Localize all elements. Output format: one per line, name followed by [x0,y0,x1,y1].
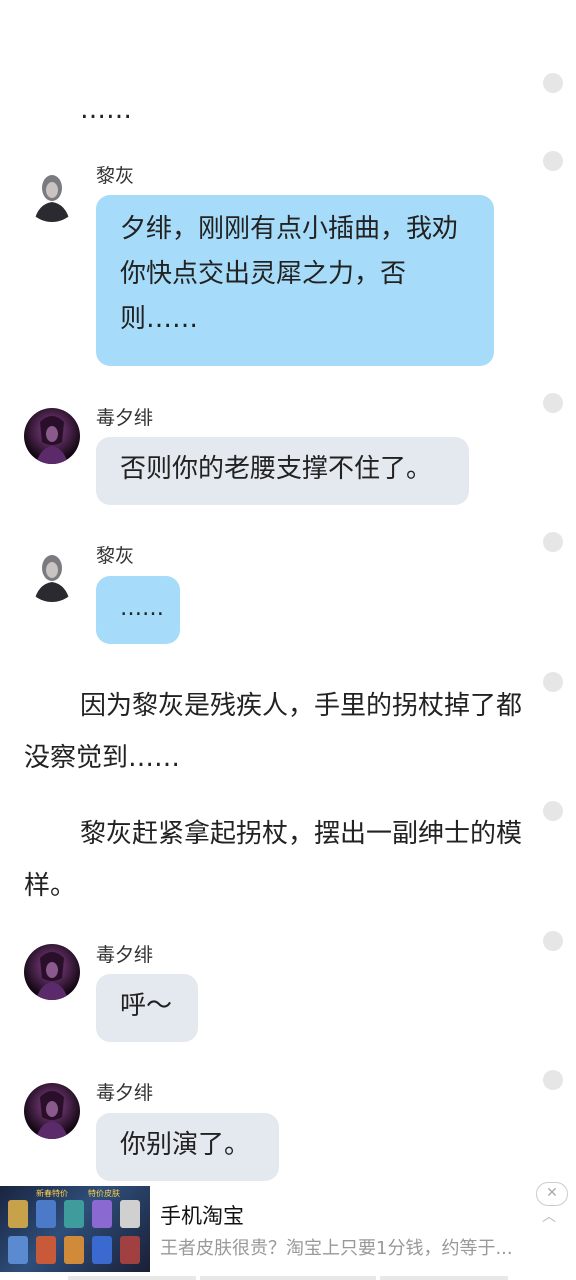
narration-text: 黎灰赶紧拿起拐杖，摆出一副绅士的模样。 [24,808,524,912]
skin-card [120,1200,140,1228]
ad-bar [68,1276,196,1280]
character-avatar-icon [36,952,68,1000]
comment-dot-icon[interactable] [543,73,563,93]
narration-content: …… [80,95,132,125]
skin-card [64,1236,84,1264]
narration-text: 因为黎灰是残疾人，手里的拐杖掉了都没察觉到…… [24,680,524,784]
skin-card [92,1236,112,1264]
character-avatar-icon [34,555,70,602]
narration-content: 黎灰赶紧拿起拐杖，摆出一副绅士的模样。 [24,819,523,901]
ad-thumb-label: 新春特价 [36,1189,68,1198]
character-avatar-icon [34,175,70,222]
chat-bubble[interactable]: 呼～ [96,974,198,1042]
skin-card [8,1200,28,1228]
close-icon[interactable]: ✕ [536,1182,568,1206]
comment-dot-icon[interactable] [543,1070,563,1090]
avatar[interactable] [24,1083,80,1139]
chat-bubble[interactable]: …… [96,576,180,644]
skin-card [8,1236,28,1264]
ad-title[interactable]: 手机淘宝 [160,1200,244,1230]
speaker-name: 毒夕绯 [96,1082,154,1104]
avatar[interactable] [24,166,80,222]
comment-dot-icon[interactable] [543,393,563,413]
skin-card [92,1200,112,1228]
comment-dot-icon[interactable] [543,532,563,552]
skin-card [120,1236,140,1264]
comment-dot-icon[interactable] [543,801,563,821]
avatar[interactable] [24,944,80,1000]
chevron-up-icon[interactable]: ︿ [542,1206,556,1226]
ad-banner[interactable]: 新春特价 特价皮肤 手机淘宝 王者皮肤很贵？淘宝上只要1分钱，约等于... ✕ … [0,1182,576,1280]
skin-card [36,1236,56,1264]
avatar[interactable] [24,546,80,602]
chat-bubble[interactable]: 夕绯，刚刚有点小插曲，我劝你快点交出灵犀之力，否则…… [96,195,494,366]
speaker-name: 毒夕绯 [96,407,154,429]
comment-dot-icon[interactable] [543,931,563,951]
ad-bar [200,1276,376,1280]
comment-dot-icon[interactable] [543,672,563,692]
ad-thumb-label: 特价皮肤 [88,1189,120,1198]
ad-bar [380,1276,508,1280]
speaker-name: 毒夕绯 [96,944,154,966]
character-avatar-icon [36,1091,68,1139]
narration-content: 因为黎灰是残疾人，手里的拐杖掉了都没察觉到…… [24,691,523,773]
avatar[interactable] [24,408,80,464]
ad-description[interactable]: 王者皮肤很贵？淘宝上只要1分钱，约等于... [160,1234,532,1260]
speaker-name: 黎灰 [96,545,135,567]
speaker-name: 黎灰 [96,165,135,187]
comment-dot-icon[interactable] [543,151,563,171]
chat-bubble[interactable]: 你别演了。 [96,1113,279,1181]
chat-bubble[interactable]: 否则你的老腰支撑不住了。 [96,437,469,505]
skin-card [36,1200,56,1228]
narration-text: …… [24,84,524,136]
skin-card [64,1200,84,1228]
character-avatar-icon [36,416,68,464]
ad-thumbnail[interactable]: 新春特价 特价皮肤 [0,1186,150,1272]
